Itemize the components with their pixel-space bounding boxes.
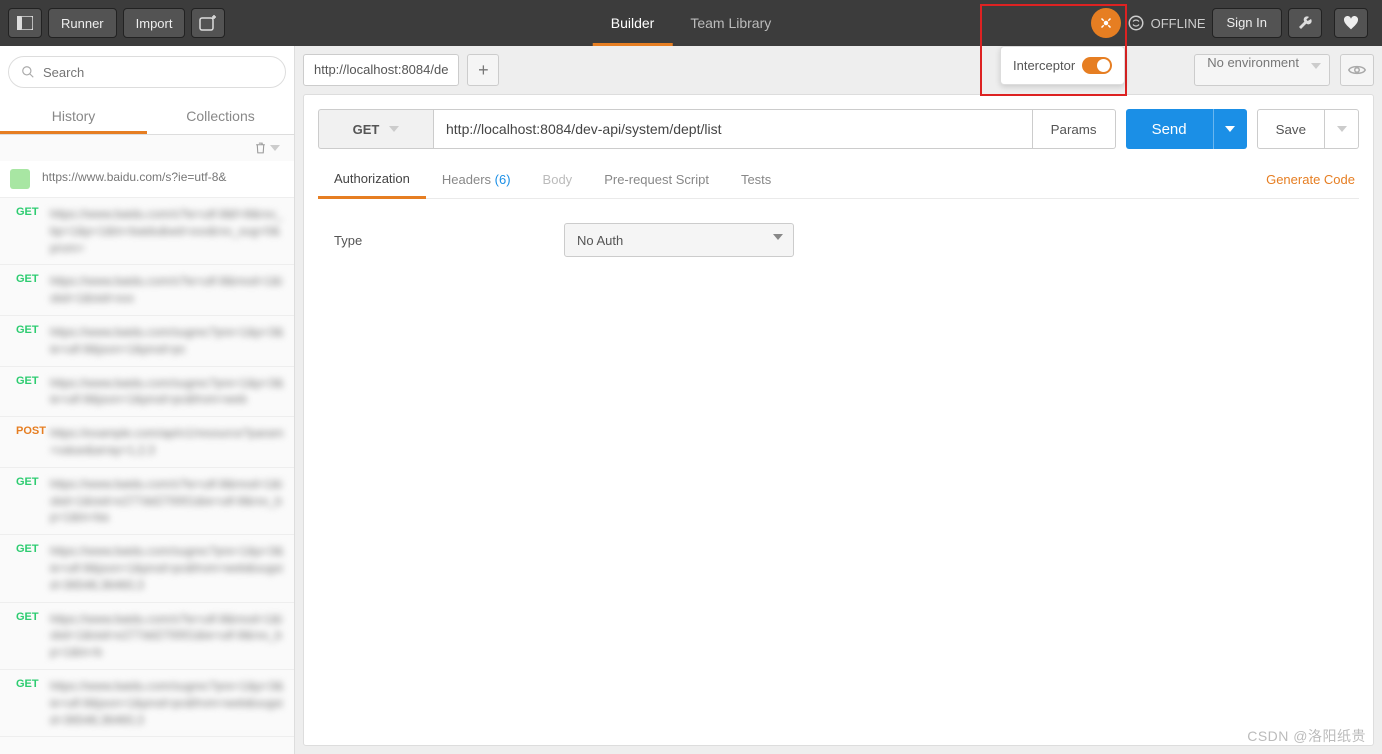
method-label: GET — [353, 122, 380, 137]
subtab-body[interactable]: Body — [527, 162, 589, 197]
history-method: POST — [16, 425, 42, 459]
request-panel: GET Params Send Save Authorization Heade… — [303, 94, 1374, 746]
history-method: GET — [16, 611, 42, 661]
history-item[interactable]: POST https://example.com/api/v1/resource?… — [0, 417, 294, 468]
history-url: https://www.baidu.com/s?ie=utf-8&mod=1&i… — [50, 476, 284, 526]
subtab-tests[interactable]: Tests — [725, 162, 787, 197]
sidebar-tabs: History Collections — [0, 98, 294, 135]
sidebar: History Collections https://www.baidu.co… — [0, 46, 295, 754]
main-area: http://localhost:8084/de + No environmen… — [295, 46, 1382, 754]
sync-status: OFFLINE — [1127, 14, 1206, 32]
subtab-prerequest[interactable]: Pre-request Script — [588, 162, 725, 197]
sidebar-tab-history[interactable]: History — [0, 98, 147, 134]
add-tab-button[interactable]: + — [467, 54, 499, 86]
chevron-down-icon — [1311, 63, 1321, 69]
tab-team-library[interactable]: Team Library — [672, 0, 789, 46]
send-dropdown[interactable] — [1213, 109, 1247, 149]
chevron-down-icon — [773, 234, 783, 240]
heart-icon — [1343, 16, 1359, 30]
environment-label: No environment — [1207, 55, 1299, 70]
url-input[interactable] — [433, 109, 1033, 149]
watermark: CSDN @洛阳纸贵 — [1247, 726, 1366, 746]
history-url: https://www.baidu.com/s?ie=utf-8&mod=1&i… — [50, 273, 284, 307]
history-item[interactable]: GET https://www.baidu.com/sugrec?pre=1&p=… — [0, 367, 294, 418]
toggle-sidebar-button[interactable] — [8, 8, 42, 38]
top-center-tabs: Builder Team Library — [593, 0, 790, 46]
history-item[interactable]: GET https://www.baidu.com/s?ie=utf-8&mod=… — [0, 603, 294, 670]
history-url: https://www.baidu.com/s?ie=utf-8&f=8&rsv… — [50, 206, 284, 256]
eye-icon — [1348, 64, 1366, 76]
interceptor-popover: Interceptor — [1000, 46, 1125, 85]
heart-button[interactable] — [1334, 8, 1368, 38]
search-input[interactable] — [43, 65, 273, 80]
auth-type-select[interactable]: No Auth — [564, 223, 794, 257]
history-method: GET — [16, 375, 42, 409]
history-item[interactable]: GET https://www.baidu.com/sugrec?pre=1&p=… — [0, 316, 294, 367]
auth-type-label: Type — [334, 233, 564, 248]
subtab-headers[interactable]: Headers (6) — [426, 162, 527, 197]
send-button[interactable]: Send — [1126, 109, 1213, 149]
interceptor-toggle[interactable] — [1082, 57, 1112, 74]
history-method: GET — [16, 678, 42, 728]
request-tabbar: http://localhost:8084/de + No environmen… — [303, 54, 1374, 86]
request-tab[interactable]: http://localhost:8084/de — [303, 54, 459, 86]
history-method: GET — [16, 206, 42, 256]
search-box[interactable] — [8, 56, 286, 88]
history-badge — [10, 169, 30, 189]
history-url: https://www.baidu.com/sugrec?pre=1&p=3&i… — [50, 543, 284, 593]
chevron-down-icon — [270, 145, 280, 151]
offline-label: OFFLINE — [1151, 16, 1206, 31]
search-icon — [21, 65, 35, 79]
auth-config: Type No Auth — [318, 199, 1359, 281]
trash-icon — [254, 141, 267, 155]
save-dropdown[interactable] — [1325, 109, 1359, 149]
wrench-icon — [1297, 15, 1313, 31]
save-button[interactable]: Save — [1257, 109, 1325, 149]
history-item[interactable]: GET https://www.baidu.com/s?ie=utf-8&mod=… — [0, 265, 294, 316]
chevron-down-icon — [389, 126, 399, 132]
environment-select[interactable]: No environment — [1194, 54, 1330, 86]
subtab-authorization[interactable]: Authorization — [318, 161, 426, 199]
tab-builder[interactable]: Builder — [593, 0, 673, 46]
auth-type-value: No Auth — [577, 233, 623, 248]
sign-in-button[interactable]: Sign In — [1212, 8, 1282, 38]
history-item[interactable]: GET https://www.baidu.com/s?ie=utf-8&mod=… — [0, 468, 294, 535]
topbar: Runner Import Builder Team Library OFFLI… — [0, 0, 1382, 46]
chevron-down-icon — [1337, 126, 1347, 132]
new-window-icon — [199, 15, 217, 31]
interceptor-label: Interceptor — [1013, 58, 1075, 73]
environment-view-button[interactable] — [1340, 54, 1374, 86]
history-list: https://www.baidu.com/s?ie=utf-8&GET http… — [0, 161, 294, 754]
history-item[interactable]: GET https://www.baidu.com/sugrec?pre=1&p=… — [0, 670, 294, 737]
history-method: GET — [16, 476, 42, 526]
history-url: https://example.com/api/v1/resource?para… — [50, 425, 284, 459]
history-method: GET — [16, 273, 42, 307]
sidebar-tab-collections[interactable]: Collections — [147, 98, 294, 134]
history-method: GET — [16, 324, 42, 358]
chevron-down-icon — [1225, 126, 1235, 132]
history-url: https://www.baidu.com/sugrec?pre=1&p=3&i… — [50, 678, 284, 728]
history-item[interactable]: GET https://www.baidu.com/s?ie=utf-8&f=8&… — [0, 198, 294, 265]
history-url: https://www.baidu.com/s?ie=utf-8&mod=1&i… — [50, 611, 284, 661]
history-url: https://www.baidu.com/sugrec?pre=1&p=3&i… — [50, 324, 284, 358]
history-method: GET — [16, 543, 42, 593]
request-subtabs: Authorization Headers (6) Body Pre-reque… — [318, 161, 1359, 199]
panel-icon — [17, 16, 33, 30]
history-url: https://www.baidu.com/sugrec?pre=1&p=3&i… — [50, 375, 284, 409]
method-select[interactable]: GET — [318, 109, 433, 149]
settings-button[interactable] — [1288, 8, 1322, 38]
runner-button[interactable]: Runner — [48, 8, 117, 38]
new-window-button[interactable] — [191, 8, 225, 38]
import-button[interactable]: Import — [123, 8, 186, 38]
history-url: https://www.baidu.com/s?ie=utf-8& — [42, 169, 226, 189]
history-item[interactable]: https://www.baidu.com/s?ie=utf-8& — [0, 161, 294, 198]
clear-history-button[interactable] — [254, 141, 280, 155]
history-item[interactable]: GET https://www.baidu.com/sugrec?pre=1&p=… — [0, 535, 294, 602]
generate-code-link[interactable]: Generate Code — [1262, 162, 1359, 197]
params-button[interactable]: Params — [1033, 109, 1116, 149]
sync-icon — [1127, 14, 1145, 32]
